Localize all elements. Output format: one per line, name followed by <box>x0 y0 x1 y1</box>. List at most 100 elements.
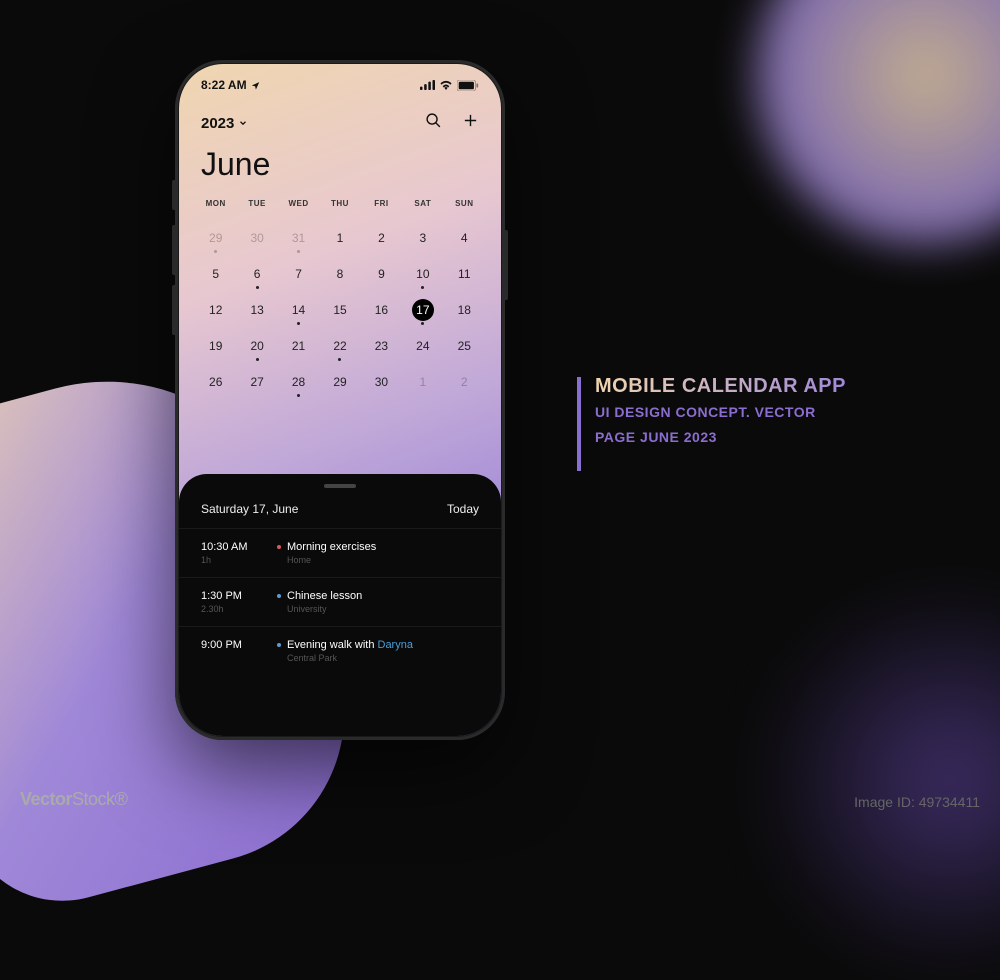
day-number: 2 <box>378 231 385 245</box>
agenda-event[interactable]: 9:00 PMEvening walk with DarynaCentral P… <box>179 627 501 675</box>
event-color-dot <box>277 643 281 647</box>
calendar-day[interactable]: 1 <box>402 364 443 400</box>
event-duration: 1h <box>201 555 261 565</box>
promo-subtitle-2: PAGE JUNE 2023 <box>595 427 846 448</box>
event-indicator-dot <box>297 394 300 397</box>
event-indicator-dot <box>421 322 424 325</box>
weekday-label: THU <box>319 199 360 208</box>
watermark-brand: VectorStock® <box>20 789 127 810</box>
day-number: 28 <box>292 375 305 389</box>
agenda-event[interactable]: 1:30 PM2.30hChinese lessonUniversity <box>179 578 501 627</box>
day-number: 18 <box>458 303 471 317</box>
day-number: 25 <box>458 339 471 353</box>
calendar-day[interactable]: 6 <box>236 256 277 292</box>
day-number: 19 <box>209 339 222 353</box>
day-number: 9 <box>378 267 385 281</box>
calendar-day[interactable]: 1 <box>319 220 360 256</box>
calendar-day[interactable]: 27 <box>236 364 277 400</box>
agenda-date: Saturday 17, June <box>201 502 298 516</box>
calendar-day[interactable]: 30 <box>236 220 277 256</box>
day-number: 23 <box>375 339 388 353</box>
calendar-day[interactable]: 15 <box>319 292 360 328</box>
phone-side-button <box>172 180 175 210</box>
event-color-dot <box>277 594 281 598</box>
calendar-day[interactable]: 14 <box>278 292 319 328</box>
calendar-day[interactable]: 29 <box>195 220 236 256</box>
calendar-day[interactable]: 11 <box>444 256 485 292</box>
calendar-day[interactable]: 26 <box>195 364 236 400</box>
calendar-day[interactable]: 17 <box>402 292 443 328</box>
calendar-day[interactable]: 12 <box>195 292 236 328</box>
event-location: Central Park <box>287 653 479 663</box>
weekday-label: MON <box>195 199 236 208</box>
signal-icon <box>420 80 435 90</box>
promo-block: MOBILE CALENDAR APP UI DESIGN CONCEPT. V… <box>595 375 846 448</box>
chevron-down-icon <box>238 115 248 132</box>
calendar-day[interactable]: 22 <box>319 328 360 364</box>
calendar-day[interactable]: 4 <box>444 220 485 256</box>
day-number: 14 <box>292 303 305 317</box>
event-mention[interactable]: Daryna <box>378 639 413 651</box>
event-indicator-dot <box>421 286 424 289</box>
calendar-day[interactable]: 23 <box>361 328 402 364</box>
event-duration: 2.30h <box>201 604 261 614</box>
calendar-day[interactable]: 30 <box>361 364 402 400</box>
calendar-day[interactable]: 10 <box>402 256 443 292</box>
today-button[interactable]: Today <box>447 502 479 516</box>
day-number: 30 <box>250 231 263 245</box>
search-icon[interactable] <box>425 112 442 134</box>
weekday-label: TUE <box>236 199 277 208</box>
calendar-day[interactable]: 28 <box>278 364 319 400</box>
weekday-label: SUN <box>444 199 485 208</box>
day-number: 27 <box>250 375 263 389</box>
calendar-day[interactable]: 29 <box>319 364 360 400</box>
calendar-day[interactable]: 19 <box>195 328 236 364</box>
agenda-event[interactable]: 10:30 AM1hMorning exercisesHome <box>179 529 501 578</box>
calendar-day[interactable]: 2 <box>444 364 485 400</box>
year-label: 2023 <box>201 115 234 132</box>
phone-screen: 8:22 AM 2023 June MONTUEWEDTHUFRISATSUN … <box>179 64 501 736</box>
calendar-day[interactable]: 25 <box>444 328 485 364</box>
calendar-day[interactable]: 18 <box>444 292 485 328</box>
calendar-day[interactable]: 31 <box>278 220 319 256</box>
event-indicator-dot <box>338 358 341 361</box>
day-number: 3 <box>420 231 427 245</box>
calendar-day[interactable]: 8 <box>319 256 360 292</box>
watermark-id: Image ID: 49734411 <box>854 794 980 810</box>
event-title: Chinese lesson <box>287 590 362 602</box>
weekday-label: FRI <box>361 199 402 208</box>
add-icon[interactable] <box>462 112 479 134</box>
calendar-day[interactable]: 7 <box>278 256 319 292</box>
drag-handle[interactable] <box>324 484 356 488</box>
calendar-day[interactable]: 9 <box>361 256 402 292</box>
location-icon <box>251 81 260 90</box>
day-number: 7 <box>295 267 302 281</box>
calendar-day[interactable]: 24 <box>402 328 443 364</box>
event-title: Morning exercises <box>287 541 376 553</box>
promo-subtitle-1: UI DESIGN CONCEPT. VECTOR <box>595 402 846 423</box>
phone-side-button <box>172 225 175 275</box>
calendar-day[interactable]: 13 <box>236 292 277 328</box>
bg-blob <box>750 0 1000 250</box>
day-number: 5 <box>212 267 219 281</box>
event-title: Evening walk with Daryna <box>287 639 413 651</box>
day-number: 6 <box>254 267 261 281</box>
day-number: 11 <box>458 267 470 281</box>
calendar-day[interactable]: 3 <box>402 220 443 256</box>
bg-blob <box>750 580 1000 980</box>
month-title: June <box>179 142 501 199</box>
day-number: 12 <box>209 303 222 317</box>
calendar-day[interactable]: 5 <box>195 256 236 292</box>
agenda-panel[interactable]: Saturday 17, June Today 10:30 AM1hMornin… <box>179 474 501 736</box>
calendar-day[interactable]: 21 <box>278 328 319 364</box>
phone-side-button <box>505 230 508 300</box>
day-number: 15 <box>333 303 346 317</box>
year-selector[interactable]: 2023 <box>201 115 248 132</box>
calendar-day[interactable]: 2 <box>361 220 402 256</box>
calendar-day[interactable]: 20 <box>236 328 277 364</box>
event-indicator-dot <box>256 286 259 289</box>
calendar-day[interactable]: 16 <box>361 292 402 328</box>
battery-icon <box>457 80 479 91</box>
day-number: 31 <box>292 231 305 245</box>
event-indicator-dot <box>297 250 300 253</box>
